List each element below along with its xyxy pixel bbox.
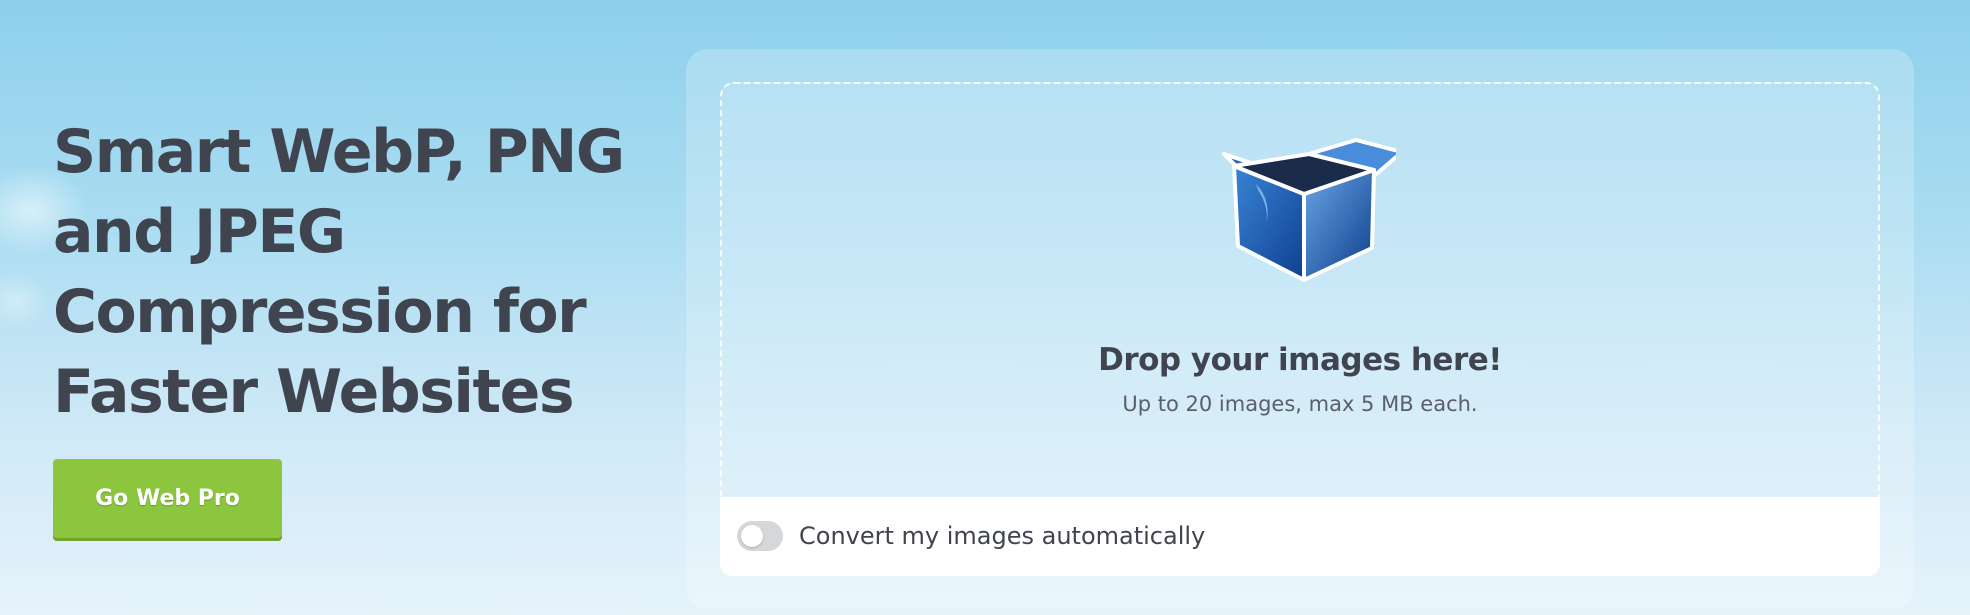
auto-convert-label[interactable]: Convert my images automatically bbox=[799, 521, 1205, 551]
toggle-knob bbox=[741, 525, 763, 547]
hero-title: Smart WebP, PNG and JPEG Compression for… bbox=[53, 117, 625, 427]
background-cloud bbox=[0, 270, 50, 330]
go-web-pro-button[interactable]: Go Web Pro bbox=[53, 459, 282, 538]
drop-zone-subtitle: Up to 20 images, max 5 MB each. bbox=[1122, 392, 1478, 416]
image-drop-zone[interactable]: Drop your images here! Up to 20 images, … bbox=[720, 82, 1880, 497]
auto-convert-toggle[interactable] bbox=[737, 521, 783, 551]
drop-zone-title: Drop your images here! bbox=[1098, 342, 1502, 378]
open-box-icon bbox=[1222, 138, 1396, 282]
conversion-options-bar: Convert my images automatically bbox=[720, 497, 1880, 576]
hero-section: Smart WebP, PNG and JPEG Compression for… bbox=[53, 112, 693, 432]
